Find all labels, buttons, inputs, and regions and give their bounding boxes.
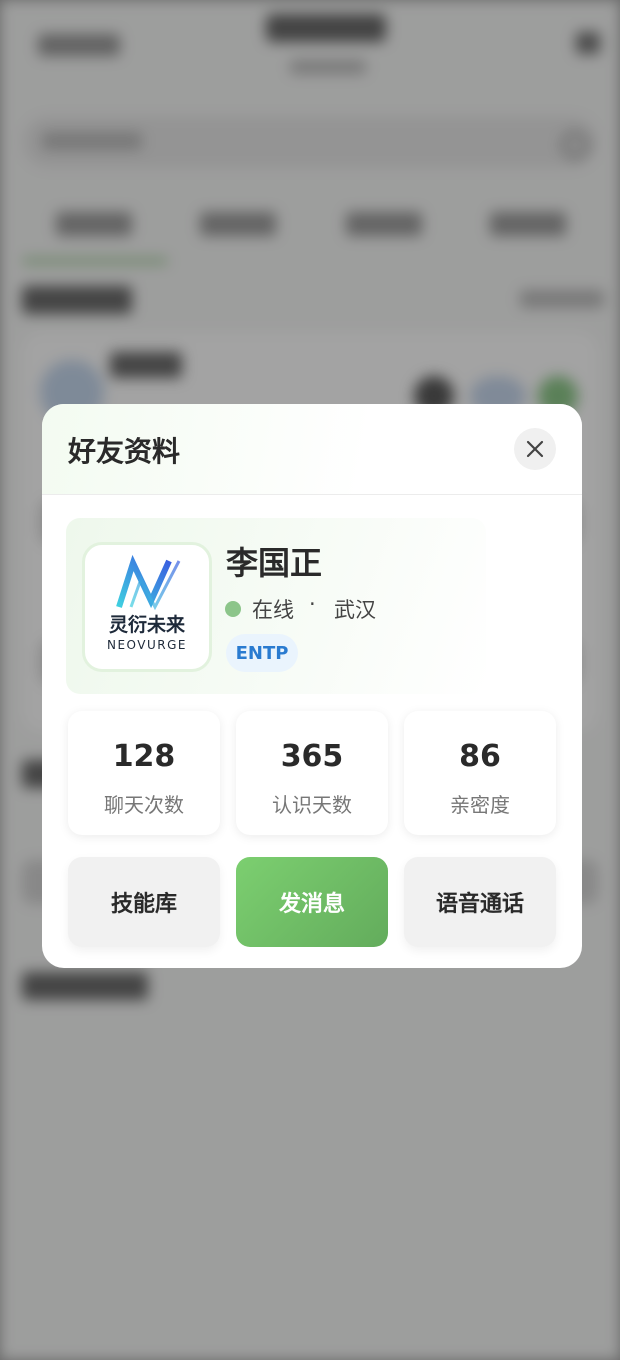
avatar[interactable]: 灵衍未来 NEOVURGE <box>82 542 212 672</box>
logo-subtext: NEOVURGE <box>107 638 187 652</box>
stat-value: 128 <box>112 739 176 774</box>
stat-intimacy: 86 亲密度 <box>404 711 556 835</box>
stat-label: 认识天数 <box>272 793 352 817</box>
stat-label: 亲密度 <box>450 793 510 817</box>
stat-value: 86 <box>459 739 501 774</box>
send-message-button[interactable]: 发消息 <box>236 857 388 947</box>
modal-title: 好友资料 <box>68 435 181 468</box>
logo-text: 灵衍未来 <box>109 613 185 636</box>
stat-label: 聊天次数 <box>104 793 184 817</box>
online-status-dot <box>225 601 241 617</box>
modal-header: 好友资料 <box>42 404 582 495</box>
stat-days-known: 365 认识天数 <box>236 711 388 835</box>
avatar-logo: 灵衍未来 NEOVURGE <box>107 554 187 652</box>
friend-profile-modal: 好友资料 灵衍未来 NEOVURGE 李国正 在线 · 武汉 ENTP 128 … <box>42 404 582 968</box>
separator-dot: · <box>309 592 316 616</box>
city: 武汉 <box>334 598 376 622</box>
stat-value: 365 <box>280 739 344 774</box>
mbti-badge: ENTP <box>226 634 298 672</box>
close-button[interactable] <box>514 428 556 470</box>
friend-name: 李国正 <box>226 544 323 582</box>
skills-button[interactable]: 技能库 <box>68 857 220 947</box>
stat-chat-count: 128 聊天次数 <box>68 711 220 835</box>
online-status: 在线 <box>252 598 294 622</box>
voice-call-button[interactable]: 语音通话 <box>404 857 556 947</box>
close-icon <box>526 440 544 458</box>
